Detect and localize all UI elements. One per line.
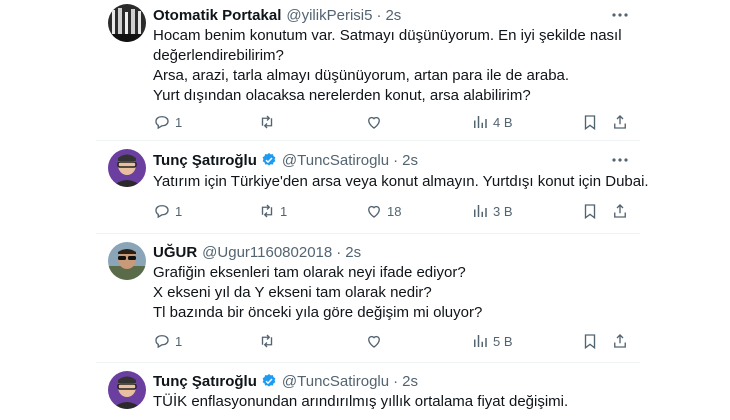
- timestamp[interactable]: 2s: [402, 373, 418, 390]
- conversation-thread: Otomatik Portakal @yilikPerisi5 · 2s Hoc…: [0, 0, 730, 420]
- user-handle[interactable]: @yilikPerisi5: [286, 7, 372, 24]
- tweet-actions: 1 5 B: [153, 331, 633, 351]
- reply-count: 1: [175, 333, 183, 349]
- retweet-count: 1: [280, 203, 288, 219]
- like-button[interactable]: [365, 331, 387, 351]
- views-button[interactable]: 4 B: [471, 112, 513, 132]
- tree-avatar-icon: [108, 4, 146, 42]
- more-options-icon[interactable]: [610, 5, 630, 25]
- bookmark-icon: [584, 334, 596, 350]
- more-options-icon[interactable]: [610, 150, 630, 170]
- reply-button[interactable]: 1: [153, 331, 182, 351]
- separator-dot: ·: [376, 6, 382, 24]
- tweet-header: UĞUR @Ugur1160802018 · 2s: [153, 242, 361, 262]
- like-button[interactable]: 18: [365, 201, 401, 221]
- retweet-button[interactable]: [258, 331, 280, 351]
- tweet-text: Yatırım için Türkiye'den arsa veya konut…: [153, 172, 649, 192]
- timestamp[interactable]: 2s: [402, 152, 418, 169]
- timestamp[interactable]: 2s: [345, 244, 361, 261]
- verified-badge-icon[interactable]: [261, 152, 277, 168]
- reply-count: 1: [175, 114, 183, 130]
- tweet-text-line: Arsa, arazi, tarla almayı düşünüyorum, a…: [153, 67, 570, 84]
- timestamp[interactable]: 2s: [385, 7, 401, 24]
- share-icon: [614, 115, 626, 129]
- tweet-text-line: Yurt dışından olacaksa nerelerden konut,…: [153, 87, 531, 104]
- bookmark-icon: [584, 115, 596, 131]
- view-count: 3 B: [493, 203, 513, 219]
- share-button[interactable]: [611, 331, 629, 351]
- avatar[interactable]: [108, 371, 146, 409]
- tweet-header: Tunç Şatıroğlu @TuncSatiroglu · 2s: [153, 150, 418, 170]
- person-avatar-icon: [108, 149, 146, 187]
- divider: [96, 140, 640, 141]
- avatar[interactable]: [108, 4, 146, 42]
- views-chart-icon: [474, 116, 487, 128]
- tweet-text-line: TÜİK enflasyonundan arındırılmış yıllık …: [153, 393, 569, 410]
- tweet-actions: 1 1 18 3 B: [153, 201, 633, 221]
- tweet-text: Hocam benim konutum var. Satmayı düşünüy…: [153, 26, 623, 106]
- views-button[interactable]: 3 B: [471, 201, 513, 221]
- like-count: 18: [387, 203, 402, 219]
- views-chart-icon: [474, 205, 487, 217]
- heart-icon: [368, 116, 380, 129]
- like-button[interactable]: [365, 112, 387, 132]
- bookmark-button[interactable]: [581, 112, 599, 132]
- tweet-text: Grafiğin eksenleri tam olarak neyi ifade…: [153, 263, 623, 323]
- bookmark-button[interactable]: [581, 201, 599, 221]
- tweet-text: TÜİK enflasyonundan arındırılmış yıllık …: [153, 392, 623, 412]
- retweet-button[interactable]: [258, 112, 280, 132]
- tweet-actions: 1 4 B: [153, 112, 633, 132]
- tweet-text-line: Hocam benim konutum var. Satmayı düşünüy…: [153, 27, 622, 44]
- separator-dot: ·: [393, 372, 399, 390]
- retweet-icon: [261, 334, 273, 348]
- divider: [96, 233, 640, 234]
- tweet-text-line: X ekseni yıl da Y ekseni tam olarak nedi…: [153, 284, 432, 301]
- tweet-text-line: değerlendirebilirim?: [153, 47, 284, 64]
- separator-dot: ·: [393, 151, 399, 169]
- reply-icon: [155, 335, 169, 349]
- tweet-text-line: Yatırım için Türkiye'den arsa veya konut…: [153, 173, 649, 190]
- share-icon: [614, 334, 626, 348]
- view-count: 4 B: [493, 114, 513, 130]
- reply-icon: [155, 116, 169, 130]
- share-button[interactable]: [611, 201, 629, 221]
- sunglasses-avatar-icon: [108, 242, 146, 280]
- user-handle[interactable]: @Ugur1160802018: [202, 244, 332, 261]
- divider: [96, 362, 640, 363]
- reply-button[interactable]: 1: [153, 201, 182, 221]
- tweet-text-line: Grafiğin eksenleri tam olarak neyi ifade…: [153, 264, 466, 281]
- retweet-icon: [261, 115, 273, 129]
- verified-badge-icon[interactable]: [261, 373, 277, 389]
- retweet-button[interactable]: 1: [258, 201, 287, 221]
- views-button[interactable]: 5 B: [471, 331, 513, 351]
- separator-dot: ·: [336, 243, 342, 261]
- user-handle[interactable]: @TuncSatiroglu: [282, 373, 389, 390]
- bookmark-icon: [584, 204, 596, 220]
- person-avatar-icon: [108, 371, 146, 409]
- tweet-header: Tunç Şatıroğlu @TuncSatiroglu · 2s: [153, 371, 418, 391]
- share-icon: [614, 204, 626, 218]
- display-name[interactable]: Tunç Şatıroğlu: [153, 152, 257, 169]
- display-name[interactable]: UĞUR: [153, 244, 197, 261]
- heart-icon: [368, 335, 380, 348]
- heart-icon: [368, 205, 380, 218]
- avatar[interactable]: [108, 149, 146, 187]
- reply-icon: [155, 205, 169, 219]
- display-name[interactable]: Otomatik Portakal: [153, 7, 281, 24]
- share-button[interactable]: [611, 112, 629, 132]
- views-chart-icon: [474, 335, 487, 347]
- bookmark-button[interactable]: [581, 331, 599, 351]
- reply-button[interactable]: 1: [153, 112, 182, 132]
- reply-count: 1: [175, 203, 183, 219]
- tweet-header: Otomatik Portakal @yilikPerisi5 · 2s: [153, 5, 401, 25]
- avatar[interactable]: [108, 242, 146, 280]
- retweet-icon: [261, 204, 273, 218]
- user-handle[interactable]: @TuncSatiroglu: [282, 152, 389, 169]
- view-count: 5 B: [493, 333, 513, 349]
- tweet-text-line: Tl bazında bir önceki yıla göre değişim …: [153, 304, 483, 321]
- display-name[interactable]: Tunç Şatıroğlu: [153, 373, 257, 390]
